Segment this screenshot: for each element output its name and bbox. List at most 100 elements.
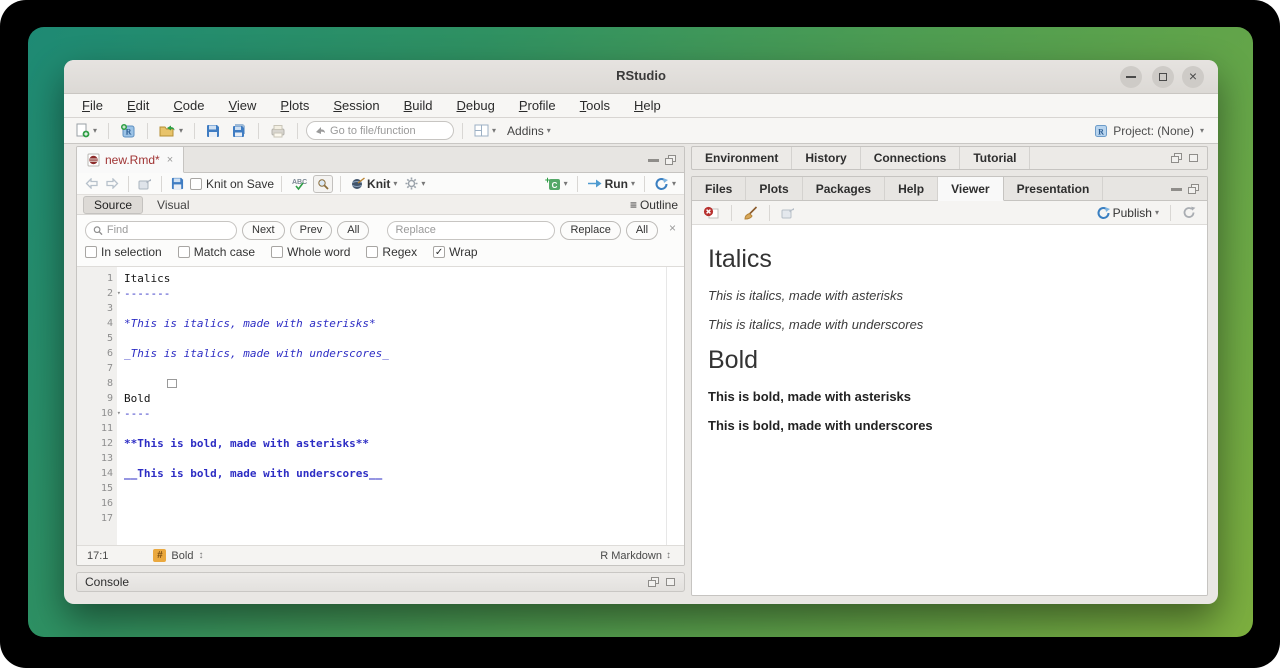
- new-file-button[interactable]: ▾: [72, 121, 100, 140]
- menu-view[interactable]: View: [228, 98, 256, 113]
- knit-settings-button[interactable]: ▾: [403, 176, 427, 191]
- open-file-dropdown[interactable]: ▾: [179, 126, 183, 135]
- spellcheck-button[interactable]: ABC: [289, 176, 309, 192]
- source-mode-button[interactable]: Source: [83, 195, 144, 214]
- tab-close-icon[interactable]: ×: [167, 154, 173, 166]
- menu-code[interactable]: Code: [173, 98, 204, 113]
- workspace-panes-button[interactable]: ▾: [471, 122, 499, 139]
- viewer-publish-dropdown[interactable]: ▾: [1155, 208, 1159, 217]
- checkbox-whole-word[interactable]: Whole word: [271, 245, 350, 259]
- save-all-button[interactable]: [228, 121, 250, 140]
- popout-editor-button[interactable]: [136, 177, 154, 191]
- viewer-popout-button[interactable]: [778, 205, 798, 221]
- menu-edit[interactable]: Edit: [127, 98, 149, 113]
- new-project-button[interactable]: R: [117, 121, 139, 140]
- find-close-icon[interactable]: ×: [669, 221, 676, 235]
- code-line[interactable]: **This is bold, made with asterisks**: [117, 436, 684, 451]
- tab-packages[interactable]: Packages: [803, 177, 886, 200]
- menu-profile[interactable]: Profile: [519, 98, 556, 113]
- checkbox-wrap[interactable]: ✓ Wrap: [433, 245, 478, 259]
- goto-file-input[interactable]: [330, 124, 441, 137]
- checkbox-box[interactable]: [271, 246, 284, 258]
- clear-viewer-button[interactable]: [700, 204, 723, 222]
- tab-tutorial[interactable]: Tutorial: [960, 147, 1031, 169]
- panes-dropdown[interactable]: ▾: [492, 126, 496, 135]
- checkbox-in-selection[interactable]: In selection: [85, 245, 162, 259]
- console-maximize-icon[interactable]: [665, 577, 676, 587]
- viewer-pane-minimize-icon[interactable]: [1171, 187, 1182, 191]
- find-all-button[interactable]: All: [337, 220, 370, 240]
- code-line[interactable]: -------: [117, 286, 684, 301]
- save-document-button[interactable]: [169, 176, 186, 191]
- source-pane-maximize-icon[interactable]: [665, 154, 676, 165]
- code-line[interactable]: [117, 301, 684, 316]
- environment-restore-icon[interactable]: [1171, 153, 1182, 163]
- file-type-menu[interactable]: R Markdown ↕: [597, 548, 674, 564]
- code-line[interactable]: [117, 376, 684, 391]
- tab-history[interactable]: History: [792, 147, 861, 169]
- minimize-button[interactable]: [1120, 66, 1142, 88]
- tab-connections[interactable]: Connections: [861, 147, 961, 169]
- checkbox-box[interactable]: [85, 246, 97, 258]
- menu-session[interactable]: Session: [333, 98, 379, 113]
- maximize-button[interactable]: [1152, 66, 1174, 88]
- checkbox-regex[interactable]: Regex: [366, 245, 417, 259]
- run-button[interactable]: Run ▾: [585, 176, 637, 192]
- checkbox-box[interactable]: [366, 246, 379, 258]
- addins-button[interactable]: Addins ▾: [504, 122, 554, 140]
- code-line[interactable]: [117, 481, 684, 496]
- code-editor[interactable]: 1 2 ▾ 3 4 5 6 7 8 9 10 ▾ 11 12 13 14 15 16 17 Italics -----…: [77, 267, 684, 545]
- editor-code-area[interactable]: Italics ------- *This is italics, made wit…: [117, 267, 684, 545]
- menu-build[interactable]: Build: [404, 98, 433, 113]
- menu-help[interactable]: Help: [634, 98, 661, 113]
- code-line[interactable]: ----: [117, 406, 684, 421]
- insert-chunk-dropdown[interactable]: ▾: [564, 179, 568, 188]
- publish-dropdown[interactable]: ▾: [672, 179, 676, 188]
- knit-on-save-checkbox[interactable]: Knit on Save: [190, 177, 274, 191]
- menu-tools[interactable]: Tools: [580, 98, 610, 113]
- outline-button[interactable]: ≡ Outline: [630, 198, 678, 212]
- save-button[interactable]: [203, 122, 223, 140]
- checkbox-box[interactable]: [177, 246, 190, 258]
- find-next-button[interactable]: Next: [242, 220, 285, 240]
- find-field[interactable]: [85, 220, 237, 240]
- viewer-refresh-button[interactable]: [1179, 204, 1199, 221]
- viewer-publish-button[interactable]: Publish ▾: [1093, 204, 1162, 222]
- source-pane-minimize-icon[interactable]: [648, 158, 659, 162]
- find-prev-button[interactable]: Prev: [289, 220, 333, 240]
- replace-all-button[interactable]: All: [625, 220, 659, 240]
- section-jump-menu[interactable]: # Bold ↕: [150, 547, 206, 564]
- checkbox-box[interactable]: ✓: [433, 246, 446, 258]
- clear-all-viewer-button[interactable]: [740, 204, 761, 222]
- visual-mode-button[interactable]: Visual: [147, 197, 199, 213]
- knit-button[interactable]: Knit ▾: [348, 176, 399, 192]
- code-line[interactable]: _This is italics, made with underscores_: [117, 346, 684, 361]
- knit-dropdown[interactable]: ▾: [393, 179, 397, 188]
- code-line[interactable]: [117, 451, 684, 466]
- replace-field[interactable]: [387, 220, 556, 240]
- tab-environment[interactable]: Environment: [692, 147, 793, 169]
- find-replace-button[interactable]: [313, 174, 334, 193]
- replace-button[interactable]: Replace: [560, 220, 621, 240]
- code-line[interactable]: [117, 496, 684, 511]
- code-line[interactable]: [117, 421, 684, 436]
- code-line[interactable]: __This is bold, made with underscores__: [117, 466, 684, 481]
- knit-on-save-box[interactable]: [190, 177, 202, 190]
- menu-file[interactable]: File: [82, 98, 103, 113]
- environment-maximize-icon[interactable]: [1188, 153, 1199, 163]
- print-button[interactable]: [267, 122, 289, 140]
- new-file-dropdown[interactable]: ▾: [93, 126, 97, 135]
- insert-chunk-button[interactable]: C + ▾: [543, 176, 570, 192]
- code-line[interactable]: [117, 511, 684, 526]
- replace-input[interactable]: [395, 224, 548, 236]
- code-line[interactable]: Bold: [117, 391, 684, 406]
- console-pane-header[interactable]: Console: [76, 572, 685, 592]
- code-line[interactable]: Italics: [117, 271, 684, 286]
- tab-new-rmd[interactable]: new.Rmd* ×: [77, 147, 185, 173]
- find-input[interactable]: [106, 224, 229, 236]
- tab-plots[interactable]: Plots: [746, 177, 803, 200]
- tab-files[interactable]: Files: [692, 177, 747, 200]
- viewer-pane-maximize-icon[interactable]: [1188, 183, 1199, 194]
- console-restore-icon[interactable]: [648, 577, 659, 587]
- menu-debug[interactable]: Debug: [457, 98, 495, 113]
